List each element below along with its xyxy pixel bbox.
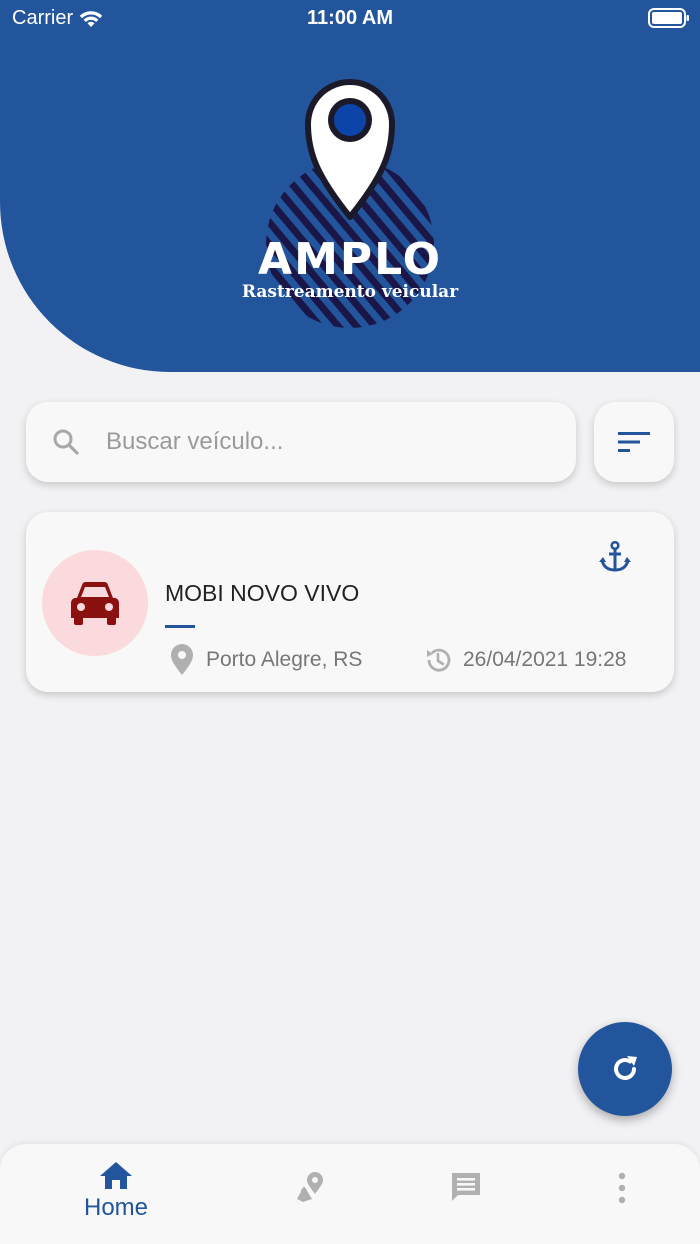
name-underline [165, 625, 195, 628]
header-banner: Carrier 11:00 AM AMPLO Rastreamento veic… [0, 0, 700, 372]
filter-button[interactable] [594, 402, 674, 482]
search-input[interactable] [106, 428, 526, 456]
vehicle-last-update: 26/04/2021 19:28 [463, 648, 627, 671]
map-pin-icon [297, 1172, 323, 1202]
app-logo: AMPLO Rastreamento veicular [230, 72, 470, 337]
bottom-navigation: Home [0, 1144, 700, 1244]
history-clock-icon [427, 648, 451, 672]
vehicle-name: MOBI NOVO VIVO [165, 580, 360, 606]
vehicle-location: Porto Alegre, RS [206, 648, 363, 671]
nav-map[interactable] [251, 1144, 371, 1244]
location-pin-icon [171, 644, 193, 675]
home-icon [100, 1162, 132, 1189]
brand-name: AMPLO [258, 234, 442, 285]
search-icon [53, 429, 79, 455]
message-icon [452, 1173, 480, 1201]
brand-tagline: Rastreamento veicular [241, 282, 459, 302]
filter-icon [618, 432, 650, 452]
nav-home-label: Home [83, 1194, 149, 1221]
car-icon [70, 581, 120, 625]
nav-home[interactable]: Home [56, 1144, 176, 1244]
more-vertical-icon [618, 1172, 626, 1204]
status-time: 11:00 AM [307, 7, 393, 29]
search-bar[interactable] [26, 402, 576, 482]
status-bar: Carrier 11:00 AM [0, 0, 700, 36]
vehicle-avatar [42, 550, 148, 656]
vehicle-card[interactable]: MOBI NOVO VIVO Porto Alegre, RS 26/04/20… [26, 512, 674, 692]
app-screen: Carrier 11:00 AM AMPLO Rastreamento veic… [0, 0, 700, 1244]
anchor-icon[interactable] [598, 540, 632, 574]
battery-icon [648, 8, 690, 34]
refresh-icon [614, 1056, 637, 1080]
refresh-button[interactable] [578, 1022, 672, 1116]
nav-more[interactable] [562, 1144, 682, 1244]
nav-messages[interactable] [406, 1144, 526, 1244]
